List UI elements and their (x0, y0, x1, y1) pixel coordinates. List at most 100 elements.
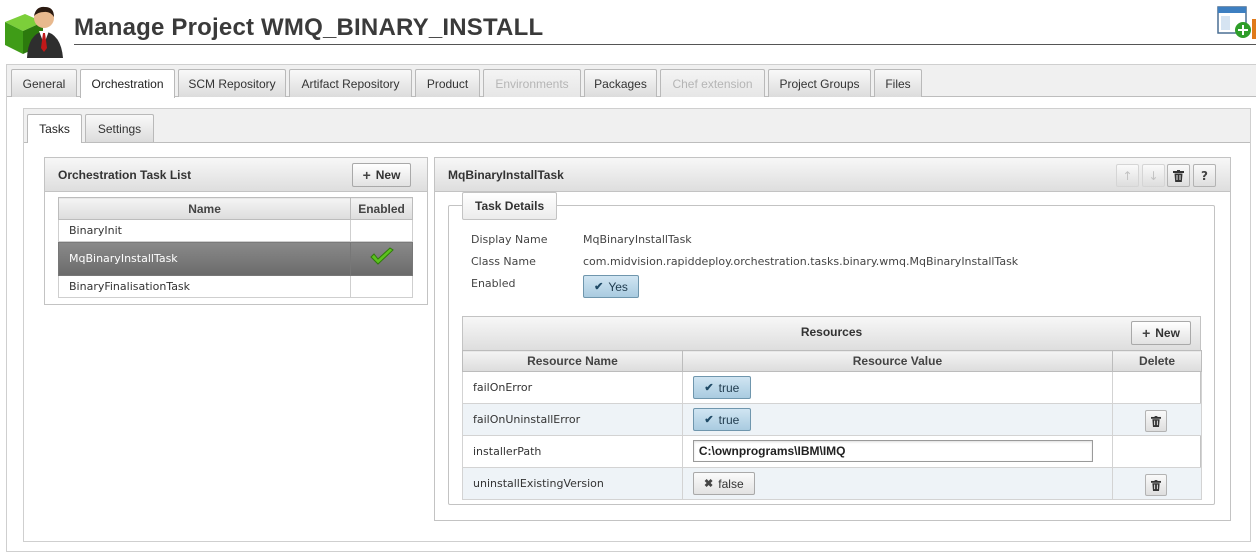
new-task-label: New (375, 168, 401, 182)
table-row[interactable]: MqBinaryInstallTask (57, 241, 413, 276)
green-check-icon (369, 247, 394, 265)
toggle-label: false (718, 476, 744, 491)
task-enabled-cell (350, 219, 413, 242)
column-header-resource-name[interactable]: Resource Name (462, 350, 683, 372)
trash-icon (1151, 479, 1162, 491)
task-name-cell[interactable]: BinaryInit (57, 219, 352, 242)
check-icon: ✔ (704, 382, 714, 394)
table-row: failOnUninstallError ✔ true (462, 403, 1202, 436)
delete-task-button[interactable] (1167, 164, 1190, 187)
tab-orchestration[interactable]: Orchestration (80, 69, 175, 98)
enabled-label: Enabled (471, 277, 516, 290)
subtab-tasks[interactable]: Tasks (27, 114, 82, 143)
add-window-icon[interactable] (1217, 5, 1256, 39)
resources-header: Resources + New (463, 317, 1200, 351)
check-icon: ✔ (704, 414, 714, 426)
help-icon: ? (1201, 168, 1208, 183)
move-up-button[interactable]: ↑ (1116, 164, 1139, 187)
resources-table: Resource Name Resource Value Delete fail… (462, 350, 1202, 500)
main-tab-container: General Orchestration SCM Repository Art… (6, 64, 1256, 552)
toggle-label: true (718, 380, 740, 395)
tab-packages[interactable]: Packages (584, 69, 657, 97)
help-button[interactable]: ? (1193, 164, 1216, 187)
table-row: installerPath C:\ownprograms\IBM\IMQ (462, 435, 1202, 468)
check-icon: ✔ (594, 281, 604, 293)
trash-icon (1173, 169, 1184, 182)
fail-on-error-toggle[interactable]: ✔ true (692, 376, 751, 399)
task-detail-header: MqBinaryInstallTask ↑ ↓ ? (435, 158, 1230, 192)
table-row: uninstallExistingVersion ✖ false (462, 467, 1202, 500)
plus-icon: + (1142, 325, 1151, 341)
resource-delete-cell (1112, 435, 1202, 468)
new-task-button[interactable]: + New (352, 163, 411, 187)
header-divider (74, 44, 1256, 45)
class-name-label: Class Name (471, 255, 536, 268)
new-resource-label: New (1155, 326, 1180, 340)
installer-path-input[interactable]: C:\ownprograms\IBM\IMQ (692, 440, 1093, 462)
task-enabled-cell (350, 275, 413, 298)
table-row[interactable]: BinaryFinalisationTask (57, 275, 413, 298)
move-down-button[interactable]: ↓ (1142, 164, 1165, 187)
arrow-up-icon: ↑ (1122, 168, 1133, 183)
enabled-toggle[interactable]: ✔ Yes (583, 275, 639, 298)
resource-value-cell: ✔ true (681, 371, 1114, 404)
page-header: Manage Project WMQ_BINARY_INSTALL (0, 0, 1256, 60)
resources-panel: Resources + New Resource Name Resource V… (462, 316, 1202, 500)
plus-icon: + (362, 167, 371, 183)
display-name-label: Display Name (471, 233, 548, 246)
tab-artifact-repository[interactable]: Artifact Repository (289, 69, 412, 97)
new-resource-button[interactable]: + New (1131, 321, 1191, 345)
resource-name-cell: uninstallExistingVersion (462, 467, 683, 500)
resource-delete-cell (1112, 403, 1202, 436)
task-name-cell[interactable]: BinaryFinalisationTask (57, 275, 352, 298)
toggle-label: true (718, 412, 740, 427)
x-icon: ✖ (704, 478, 714, 490)
uninstall-existing-version-toggle[interactable]: ✖ false (692, 472, 755, 495)
resource-value-cell: ✖ false (681, 467, 1114, 500)
tab-general[interactable]: General (11, 69, 77, 97)
resource-value-cell: C:\ownprograms\IBM\IMQ (681, 435, 1114, 468)
column-header-delete[interactable]: Delete (1112, 350, 1202, 372)
task-list-header: Orchestration Task List + New (45, 158, 427, 192)
sub-tab-bar: Tasks Settings (24, 109, 1250, 143)
delete-resource-button[interactable] (1145, 410, 1168, 432)
tab-files[interactable]: Files (874, 69, 922, 97)
task-list-table: Name Enabled BinaryInit MqBinaryInstallT… (57, 197, 413, 298)
fail-on-uninstall-error-toggle[interactable]: ✔ true (692, 408, 751, 431)
delete-resource-button[interactable] (1145, 474, 1168, 496)
column-header-resource-value[interactable]: Resource Value (681, 350, 1114, 372)
class-name-value: com.midvision.rapiddeploy.orchestration.… (583, 255, 1019, 268)
task-list-header-row: Name Enabled (57, 197, 413, 220)
task-name-cell[interactable]: MqBinaryInstallTask (57, 241, 352, 276)
resources-title: Resources (800, 325, 863, 339)
tab-product[interactable]: Product (415, 69, 480, 97)
admin-user-cube-icon (5, 6, 63, 58)
column-header-enabled[interactable]: Enabled (350, 197, 413, 220)
task-list-title: Orchestration Task List (58, 168, 192, 182)
task-list-panel: Orchestration Task List + New Name Enabl… (44, 157, 428, 305)
page-title: Manage Project WMQ_BINARY_INSTALL (74, 14, 544, 41)
resource-name-cell: installerPath (462, 435, 683, 468)
task-details-fieldset: Task Details Display Name MqBinaryInstal… (448, 192, 1215, 505)
task-details-legend: Task Details (462, 192, 558, 220)
task-enabled-cell (350, 241, 413, 276)
display-name-value: MqBinaryInstallTask (583, 233, 692, 246)
resource-value-cell: ✔ true (681, 403, 1114, 436)
table-row: failOnError ✔ true (462, 371, 1202, 404)
tab-chef-extension: Chef extension (660, 69, 765, 97)
subtab-settings[interactable]: Settings (85, 114, 154, 142)
resource-name-cell: failOnUninstallError (462, 403, 683, 436)
column-header-name[interactable]: Name (57, 197, 352, 220)
resource-delete-cell (1112, 371, 1202, 404)
trash-icon (1151, 415, 1162, 427)
arrow-down-icon: ↓ (1148, 168, 1159, 183)
enabled-toggle-label: Yes (608, 279, 628, 294)
tab-environments: Environments (483, 69, 581, 97)
table-row[interactable]: BinaryInit (57, 219, 413, 242)
tab-project-groups[interactable]: Project Groups (768, 69, 871, 97)
resource-delete-cell (1112, 467, 1202, 500)
main-tab-bar: General Orchestration SCM Repository Art… (7, 65, 1256, 98)
resources-header-row: Resource Name Resource Value Delete (462, 350, 1202, 372)
tab-scm-repository[interactable]: SCM Repository (178, 69, 286, 97)
task-detail-panel: MqBinaryInstallTask ↑ ↓ ? Task Details D… (434, 157, 1231, 521)
